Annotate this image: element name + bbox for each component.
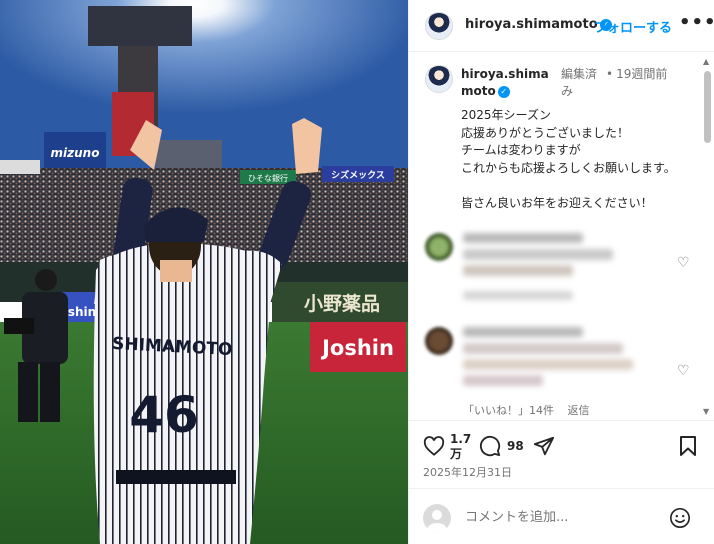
blurred-comment-text bbox=[463, 375, 543, 386]
more-options-icon[interactable]: ••• bbox=[679, 12, 714, 33]
mizuno-text: mizuno bbox=[51, 146, 100, 160]
comment-icon[interactable] bbox=[479, 435, 501, 457]
commenter-avatar[interactable] bbox=[425, 233, 453, 261]
svg-text:シズメックス: シズメックス bbox=[331, 169, 385, 181]
comment-reply-button[interactable]: 返信 bbox=[568, 404, 590, 417]
likes-count[interactable]: 1.7万 bbox=[450, 432, 471, 462]
post-photo[interactable]: mizuno ひそな銀行 シズメックス shin 小野薬品 Joshin SHI… bbox=[0, 0, 408, 544]
edited-label: 編集済み bbox=[561, 67, 598, 98]
verified-badge-icon: ✓ bbox=[497, 86, 510, 98]
comment-input[interactable] bbox=[465, 510, 655, 525]
jersey-number: 46 bbox=[129, 386, 199, 444]
comments-count[interactable]: 98 bbox=[507, 439, 524, 454]
blurred-comment-text bbox=[463, 343, 623, 354]
svg-text:ひそな銀行: ひそな銀行 bbox=[248, 173, 288, 183]
add-comment-bar bbox=[409, 488, 714, 544]
svg-text:Joshin: Joshin bbox=[320, 336, 394, 360]
caption-author-avatar[interactable] bbox=[425, 65, 453, 93]
comment-like-heart-icon[interactable]: ♡ bbox=[677, 255, 690, 271]
caption-username[interactable]: hiroya.shimamoto ✓ bbox=[461, 66, 557, 100]
post-actions-bar: 1.7万 98 2025年12月31日 bbox=[409, 420, 714, 488]
blurred-comment-meta bbox=[463, 291, 573, 300]
post-header: hiroya.shimamoto ✓ フォローする ••• bbox=[409, 0, 714, 52]
share-paper-plane-icon[interactable] bbox=[533, 435, 555, 457]
emoji-picker-icon[interactable] bbox=[669, 507, 691, 529]
commenter-avatar[interactable] bbox=[425, 327, 453, 355]
ono-banner: 小野薬品 bbox=[304, 292, 380, 315]
post-relative-time[interactable]: 19週間前 bbox=[616, 66, 676, 83]
author-avatar[interactable] bbox=[425, 12, 453, 40]
blurred-comment-text bbox=[463, 359, 633, 370]
post-side-panel: hiroya.shimamoto ✓ フォローする ••• hiroya.shim… bbox=[408, 0, 714, 544]
svg-text:shin: shin bbox=[68, 305, 96, 319]
blurred-username bbox=[463, 327, 583, 337]
comment-like-heart-icon[interactable]: ♡ bbox=[677, 363, 690, 379]
post-date[interactable]: 2025年12月31日 bbox=[423, 464, 512, 480]
author-username[interactable]: hiroya.shimamoto ✓ bbox=[465, 17, 612, 32]
caption-text: 2025年シーズン 応援ありがとうございました！ チームは変わりますが これから… bbox=[461, 108, 676, 210]
scroll-up-arrow-icon[interactable]: ▲ bbox=[703, 57, 709, 66]
scrollbar[interactable]: ▲ ▼ bbox=[701, 53, 713, 420]
follow-button[interactable]: フォローする bbox=[594, 17, 672, 36]
current-user-avatar bbox=[423, 504, 451, 532]
blurred-comment-text bbox=[463, 249, 613, 260]
comments-scroll-area[interactable]: hiroya.shimamoto ✓編集済み• 19週間前 2025年シーズン 応援… bbox=[409, 53, 714, 420]
scroll-down-arrow-icon[interactable]: ▼ bbox=[703, 407, 709, 416]
blurred-username bbox=[463, 233, 583, 243]
comment-likes-count[interactable]: 「いいね！」14件 bbox=[463, 404, 554, 417]
scrollbar-thumb[interactable] bbox=[704, 71, 711, 143]
save-bookmark-icon[interactable] bbox=[679, 435, 697, 457]
default-user-icon bbox=[427, 510, 447, 532]
stadium-photo: mizuno ひそな銀行 シズメックス shin 小野薬品 Joshin SHI… bbox=[0, 0, 408, 544]
like-heart-icon[interactable] bbox=[423, 436, 445, 456]
comment-item: ♡ 「いいね！」14件 返信 bbox=[425, 323, 695, 417]
light-tower bbox=[88, 6, 192, 46]
comment-item: ♡ bbox=[425, 229, 695, 300]
blurred-comment-text bbox=[463, 265, 573, 276]
